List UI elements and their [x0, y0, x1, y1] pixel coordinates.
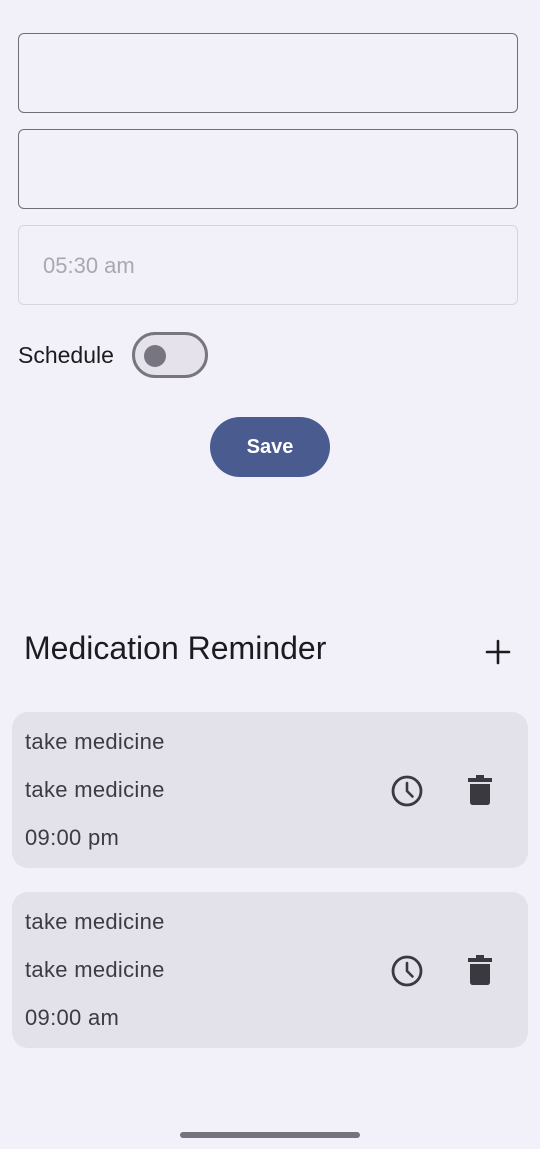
reminder-card[interactable]: take medicine take medicine 09:00 am [12, 892, 528, 1048]
save-button[interactable]: Save [210, 417, 330, 477]
add-icon[interactable] [482, 636, 514, 668]
name-input[interactable] [19, 34, 517, 112]
reminder-description: take medicine [25, 957, 165, 982]
name-field[interactable] [18, 33, 518, 113]
time-field[interactable]: 05:30 am [18, 225, 518, 305]
reminder-time: 09:00 pm [25, 825, 120, 850]
clock-icon[interactable] [390, 954, 424, 988]
trash-icon[interactable] [468, 955, 492, 985]
home-indicator[interactable] [180, 1132, 360, 1138]
reminder-card[interactable]: take medicine take medicine 09:00 pm [12, 712, 528, 868]
description-input[interactable] [19, 130, 517, 208]
reminder-title: take medicine [25, 909, 165, 934]
schedule-row: Schedule [18, 332, 208, 378]
trash-icon[interactable] [468, 775, 492, 805]
clock-icon[interactable] [390, 774, 424, 808]
reminder-description: take medicine [25, 777, 165, 802]
reminder-title: take medicine [25, 729, 165, 754]
time-value: 05:30 am [43, 253, 135, 278]
description-field[interactable] [18, 129, 518, 209]
schedule-toggle[interactable] [131, 332, 208, 378]
section-title: Medication Reminder [24, 630, 327, 666]
schedule-label: Schedule [18, 341, 114, 368]
toggle-knob [143, 345, 166, 367]
reminder-time: 09:00 am [25, 1005, 120, 1030]
